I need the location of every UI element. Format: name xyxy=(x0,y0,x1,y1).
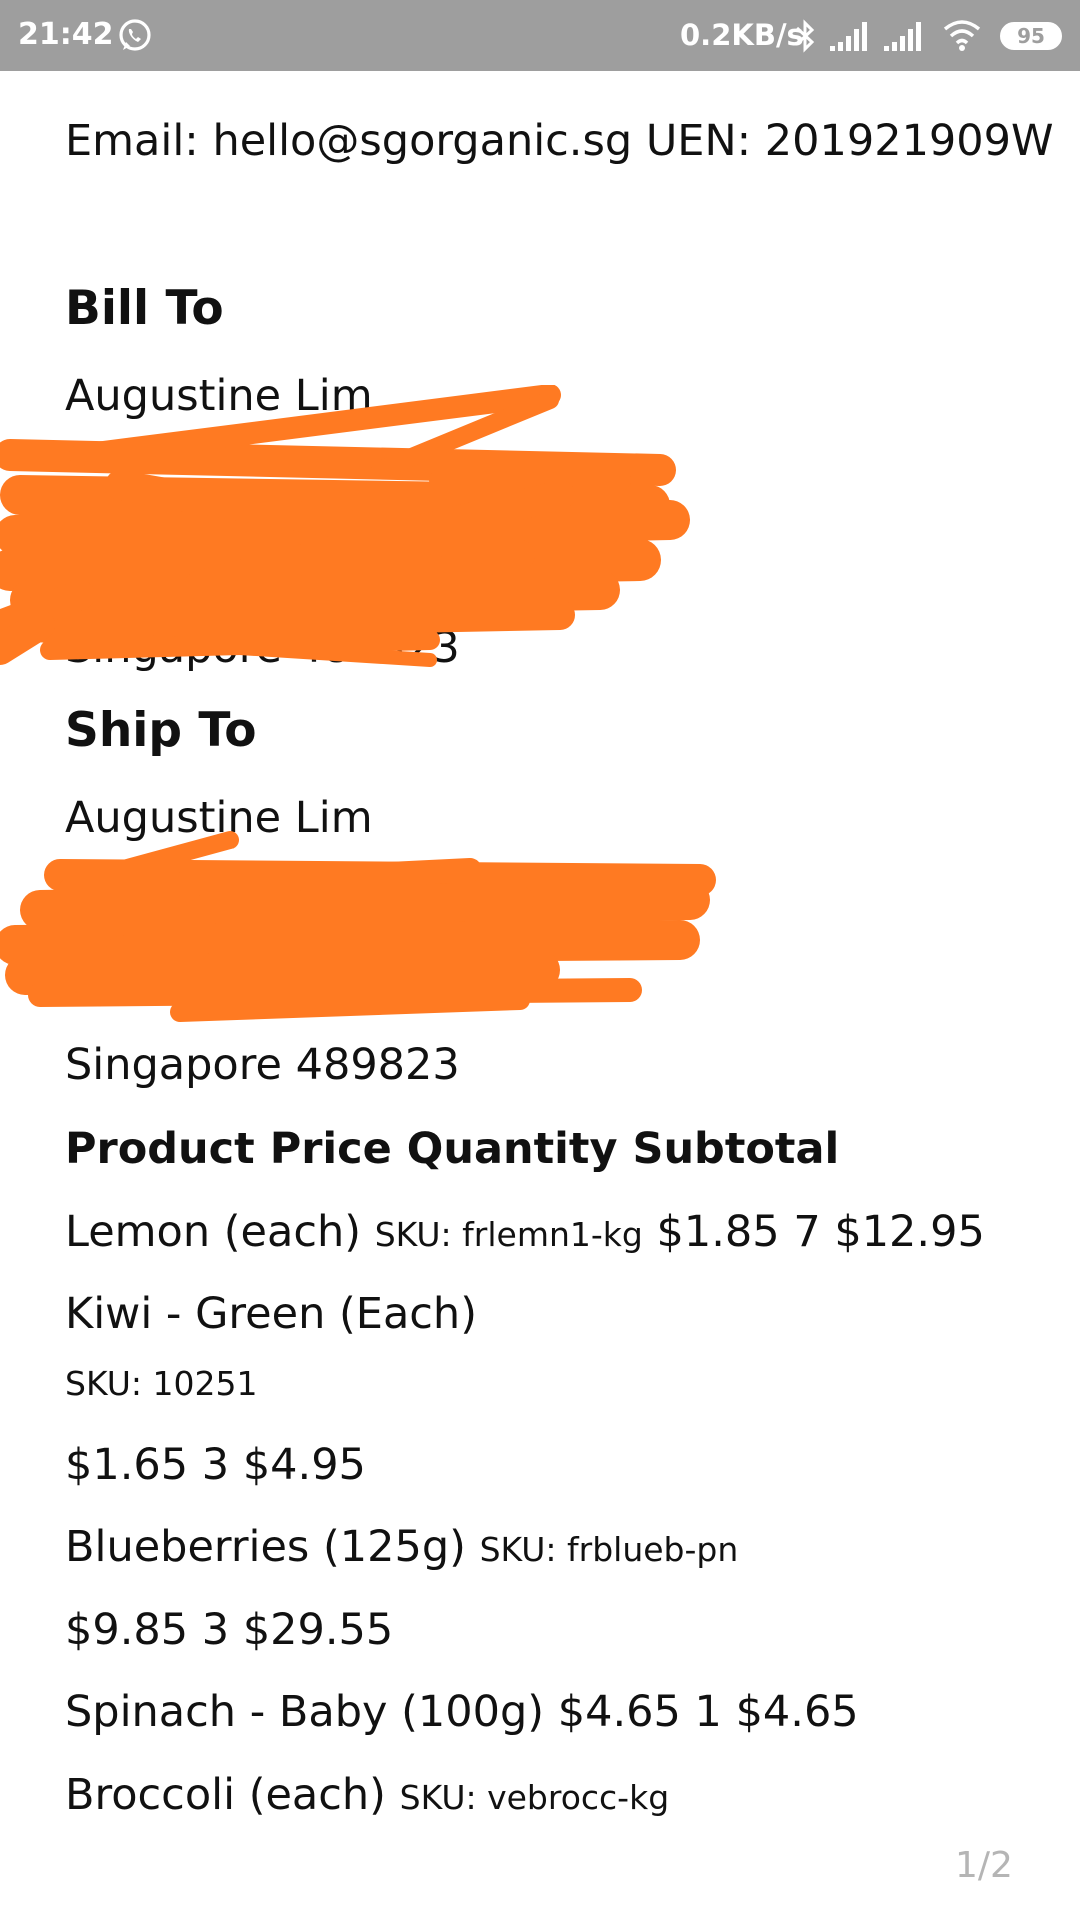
product-sku: SKU: vebrocc-kg xyxy=(399,1778,670,1817)
signal-icon xyxy=(884,22,921,51)
table-row: Lemon (each) SKU: frlemn1-kg $1.85 7 $12… xyxy=(65,1204,985,1263)
product-subtotal: $29.55 xyxy=(242,1605,394,1655)
product-quantity: 7 xyxy=(793,1207,821,1257)
contact-line: Email: hello@sgorganic.sg UEN: 201921909… xyxy=(65,116,1054,166)
product-price: $1.85 xyxy=(656,1207,780,1257)
header-price: Price xyxy=(269,1124,392,1174)
header-subtotal: Subtotal xyxy=(632,1124,840,1174)
table-row: Broccoli (each) SKU: vebrocc-kg xyxy=(65,1767,669,1826)
product-name: Kiwi - Green (Each) xyxy=(65,1289,477,1339)
ship-to-name: Augustine Lim xyxy=(65,793,373,843)
whatsapp-icon xyxy=(119,19,151,51)
screen: 21:42 0.2KB/s 95 Email: hello@sgorganic.… xyxy=(0,0,1080,1920)
product-price: $9.85 xyxy=(65,1605,189,1655)
redaction-scribble-ship-to xyxy=(0,831,716,1022)
product-subtotal: $12.95 xyxy=(834,1207,985,1257)
battery-icon: 95 xyxy=(1000,22,1062,50)
ship-to-postal: Singapore 489823 xyxy=(65,1040,460,1090)
product-name: Lemon (each) xyxy=(65,1207,362,1257)
network-speed: 0.2KB/s xyxy=(680,18,804,52)
product-name: Spinach - Baby (100g) xyxy=(65,1687,545,1737)
product-sku: SKU: 10251 xyxy=(65,1364,258,1403)
battery-level: 95 xyxy=(1017,24,1045,48)
ship-to-heading: Ship To xyxy=(65,703,257,758)
table-row-values: $9.85 3 $29.55 xyxy=(65,1602,393,1658)
wifi-icon xyxy=(943,20,981,51)
product-subtotal: $4.95 xyxy=(242,1440,366,1490)
bill-to-heading: Bill To xyxy=(65,281,224,336)
product-sku: SKU: frlemn1-kg xyxy=(374,1215,643,1254)
header-quantity: Quantity xyxy=(406,1124,618,1174)
bill-to-name: Augustine Lim xyxy=(65,371,373,421)
status-bar: 21:42 0.2KB/s 95 xyxy=(0,0,1080,71)
product-subtotal: $4.65 xyxy=(735,1687,859,1737)
product-quantity: 3 xyxy=(201,1605,230,1655)
table-row: Spinach - Baby (100g) $4.65 1 $4.65 xyxy=(65,1684,859,1740)
product-name: Broccoli (each) xyxy=(65,1770,386,1820)
product-sku: SKU: frblueb-pn xyxy=(479,1530,739,1569)
bill-to-postal: Singapore 489823 xyxy=(65,623,460,673)
product-quantity: 3 xyxy=(201,1440,230,1490)
header-product: Product xyxy=(65,1124,255,1174)
status-time: 21:42 xyxy=(18,17,114,52)
product-price: $1.65 xyxy=(65,1440,189,1490)
signal-icon xyxy=(830,22,867,51)
product-price: $4.65 xyxy=(557,1687,681,1737)
table-row: Blueberries (125g) SKU: frblueb-pn xyxy=(65,1519,738,1578)
page-indicator: 1/2 xyxy=(955,1845,1013,1886)
table-row-values: $1.65 3 $4.95 xyxy=(65,1437,366,1493)
product-quantity: 1 xyxy=(694,1687,722,1737)
product-name: Blueberries (125g) xyxy=(65,1522,466,1572)
bluetooth-icon xyxy=(795,19,815,53)
table-header-row: Product Price Quantity Subtotal xyxy=(65,1121,839,1177)
